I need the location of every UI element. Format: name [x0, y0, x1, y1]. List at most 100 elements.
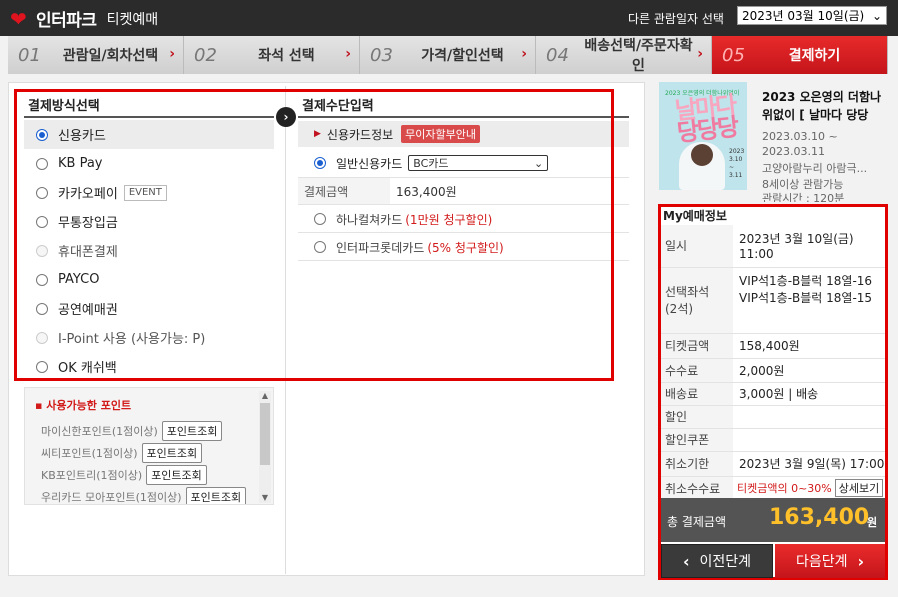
detail-view-button[interactable]: 상세보기	[834, 479, 884, 497]
total-value: 163,400	[769, 505, 870, 530]
point-lookup-button[interactable]: 포인트조회	[161, 421, 223, 441]
method-kb-pay[interactable]: KB Pay	[24, 149, 274, 178]
reservation-title: My예매정보	[663, 209, 727, 223]
step-3[interactable]: 03 가격/할인선택 ›	[360, 36, 536, 74]
payment-method-title: 결제방식선택	[28, 99, 100, 114]
logo[interactable]: ❤ 인터파크 티켓예매	[10, 6, 159, 32]
prev-step-button[interactable]: ‹ 이전단계	[661, 544, 773, 578]
chevron-down-icon: ⌄	[871, 8, 882, 23]
my-reservation-panel: My예매정보 일시 2023년 3월 10일(금) 11:00 선택좌석 (2석…	[658, 204, 888, 580]
point-label: 우리카드 모아포인트(1점이상)	[41, 491, 182, 504]
card-select[interactable]: BC카드 ⌄	[408, 155, 549, 171]
datetime-date: 2023년 3월 10일(금)	[739, 232, 854, 247]
point-lookup-button[interactable]: 포인트조회	[146, 465, 207, 485]
radio[interactable]	[36, 273, 48, 286]
performance-runtime: 관람시간 : 120분	[762, 192, 845, 202]
chevron-right-icon: ›	[521, 46, 527, 62]
chevron-down-icon: ⌄	[534, 156, 544, 170]
chevron-left-icon: ‹	[682, 551, 690, 571]
card-select-value: BC카드	[413, 157, 449, 170]
table-row: 할인	[661, 405, 885, 429]
row-value: 3,000원 | 배송	[733, 382, 885, 406]
scroll-down-icon[interactable]: ▼	[260, 493, 270, 503]
point-row: KB포인트리(1점이상) 포인트조회	[41, 465, 207, 485]
logo-sub-text: 티켓예매	[106, 11, 159, 28]
triangle-right-icon: ▶	[314, 129, 321, 139]
point-label: 씨티포인트(1점이상)	[41, 447, 138, 460]
row-value	[733, 405, 885, 429]
radio-selected[interactable]	[36, 128, 48, 141]
promo-interpark-lotte[interactable]: 인터파크롯데카드 (5% 청구할인)	[298, 234, 629, 261]
method-label: KB Pay	[58, 156, 103, 171]
step-5-active[interactable]: 05 결제하기	[712, 36, 888, 74]
method-ok-cashbag[interactable]: OK 캐쉬백	[24, 352, 274, 381]
method-mobile[interactable]: 휴대폰결제	[24, 236, 274, 265]
step-label: 가격/할인선택	[421, 48, 504, 64]
radio[interactable]	[36, 360, 48, 373]
chevron-right-icon: ›	[857, 551, 865, 571]
chevron-right-icon: ›	[169, 46, 175, 62]
radio[interactable]	[314, 213, 326, 225]
other-date-label: 다른 관람일자 선택	[628, 12, 724, 26]
logo-main-text: 인터파크	[36, 11, 97, 31]
date-select[interactable]: 2023년 03월 10일(금) ⌄	[737, 6, 887, 25]
card-select-row: 일반신용카드 BC카드 ⌄	[298, 150, 629, 176]
method-payco[interactable]: PAYCO	[24, 265, 274, 294]
method-label: 신용카드	[58, 129, 106, 144]
row-key: 취소수수료	[661, 476, 733, 501]
radio[interactable]	[36, 157, 48, 170]
method-ipoint[interactable]: I-Point 사용 (사용가능: P)	[24, 323, 274, 352]
no-interest-button[interactable]: 무이자할부안내	[401, 125, 481, 143]
point-lookup-button[interactable]: 포인트조회	[141, 443, 203, 463]
payment-input-title: 결제수단입력	[302, 99, 374, 114]
point-lookup-button[interactable]: 포인트조회	[185, 487, 247, 504]
table-row: 수수료 2,000원	[661, 358, 885, 383]
promo-name: 인터파크롯데카드	[336, 240, 425, 255]
promo-benefit: (1만원 청구할인)	[405, 212, 493, 227]
method-label: PAYCO	[58, 272, 100, 287]
table-row: 취소기한 2023년 3월 9일(목) 17:00	[661, 451, 885, 477]
point-row: 씨티포인트(1점이상) 포인트조회	[41, 443, 203, 463]
step-4[interactable]: 04 배송선택/주문자확인 ›	[536, 36, 712, 74]
payment-method-list: 신용카드 KB Pay 카카오페이 EVENT 무통장입금 휴대폰결제 PAYC…	[24, 120, 274, 381]
total-row: 총 결제금액 163,400 원	[661, 498, 885, 542]
method-bank-transfer[interactable]: 무통장입금	[24, 207, 274, 236]
radio-disabled	[36, 244, 48, 257]
method-voucher[interactable]: 공연예매권	[24, 294, 274, 323]
table-row: 티켓금액 158,400원	[661, 333, 885, 359]
method-label: OK 캐쉬백	[58, 361, 117, 376]
radio[interactable]	[36, 215, 48, 228]
row-key: 배송료	[661, 382, 733, 406]
radio[interactable]	[36, 186, 48, 199]
step-label: 결제하기	[788, 48, 841, 64]
seat-2: VIP석1층-B블럭 18열-15	[739, 290, 873, 305]
chevron-right-circle-icon: ›	[276, 107, 296, 127]
poster-face-shape	[691, 144, 713, 166]
step-label: 배송선택/주문자확인	[584, 38, 693, 74]
promo-name: 하나컬쳐카드	[336, 212, 403, 227]
points-scrollbar[interactable]: ▲ ▼	[259, 391, 271, 503]
row-key: 일시	[661, 225, 733, 268]
method-credit-card[interactable]: 신용카드	[24, 120, 274, 149]
scroll-up-icon[interactable]: ▲	[260, 391, 270, 401]
seat-key: 선택좌석	[665, 285, 710, 299]
promo-hana[interactable]: 하나컬쳐카드 (1만원 청구할인)	[298, 206, 629, 233]
card-info-label: 신용카드정보	[326, 127, 394, 142]
row-key: 할인쿠폰	[661, 428, 733, 452]
next-step-button[interactable]: 다음단계 ›	[775, 544, 885, 578]
cancel-fee-value: 티켓금액의 0~30%	[737, 482, 832, 495]
method-kakao-pay[interactable]: 카카오페이 EVENT	[24, 178, 274, 207]
step-1[interactable]: 01 관람일/회차선택 ›	[8, 36, 184, 74]
event-badge: EVENT	[123, 184, 167, 201]
section-underline	[24, 116, 274, 118]
seat-count: (2석)	[665, 302, 694, 316]
radio[interactable]	[36, 302, 48, 315]
method-label: 무통장입금	[58, 216, 118, 231]
scroll-thumb[interactable]	[260, 403, 270, 465]
method-label: 카카오페이	[58, 187, 118, 202]
step-2[interactable]: 02 좌석 선택 ›	[184, 36, 360, 74]
top-header: ❤ 인터파크 티켓예매 다른 관람일자 선택 2023년 03월 10일(금) …	[0, 0, 898, 36]
radio-selected[interactable]	[314, 157, 326, 169]
radio[interactable]	[314, 241, 326, 253]
chevron-right-icon: ›	[345, 46, 351, 62]
